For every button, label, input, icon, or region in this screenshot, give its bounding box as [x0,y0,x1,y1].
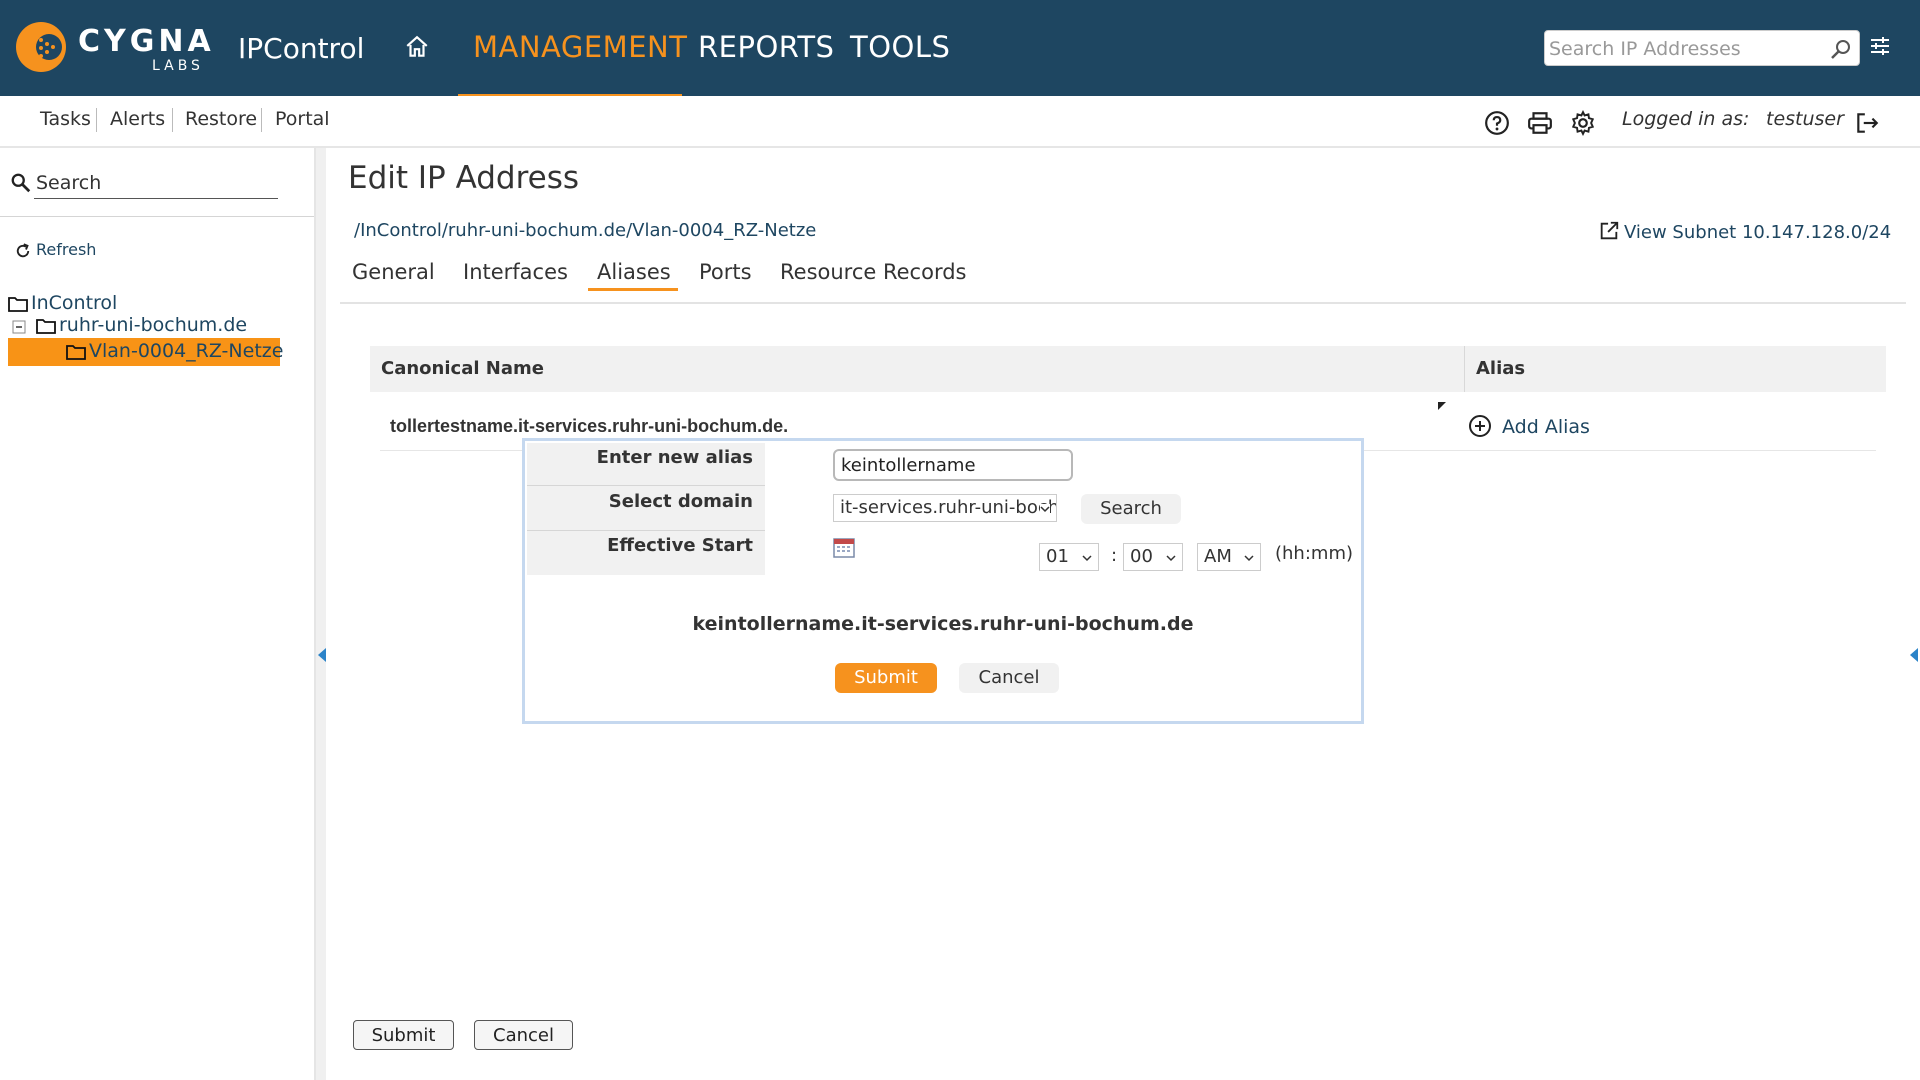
divider [0,216,314,217]
domain-select-value: it-services.ruhr-uni-bochum.de [840,497,1056,518]
domain-search-button[interactable]: Search [1081,494,1181,524]
navigation-panel: Refresh InControl ruhr-uni-bochum.de Vla… [0,148,316,1080]
view-subnet-label: View Subnet 10.147.128.0/24 [1624,222,1892,243]
tab-ports[interactable]: Ports [699,260,752,284]
logo-word: CYGNA [78,24,215,59]
chevron-down-icon [1040,504,1050,514]
logo-subword: LABS [152,58,204,74]
username: testuser [1766,108,1844,130]
nav-reports[interactable]: REPORTS [698,30,834,64]
settings-icon[interactable] [1570,110,1596,136]
add-alias-button[interactable]: Add Alias [1468,414,1590,438]
time-separator: : [1111,545,1118,566]
ip-search-input[interactable] [1547,35,1821,63]
dialog-submit-button[interactable]: Submit [835,663,937,693]
search-icon [11,173,31,193]
nav-management[interactable]: MANAGEMENT [473,30,687,64]
ampm-value: AM [1204,546,1232,567]
collapse-icon[interactable] [12,320,26,334]
app-name: IPControl [238,32,365,65]
tree-node-ruhr-uni-bochum[interactable]: ruhr-uni-bochum.de [36,314,247,336]
tree-node-label: InControl [31,292,118,314]
home-icon[interactable] [404,34,430,60]
alias-table-header: Canonical Name Alias [370,346,1886,392]
tree-search-input[interactable] [34,168,278,199]
tab-general[interactable]: General [352,260,435,284]
divider [261,108,262,132]
tree-node-incontrol[interactable]: InControl [8,292,117,314]
folder-icon [8,297,28,312]
chevron-down-icon [1244,555,1254,562]
add-alias-label: Add Alias [1502,416,1590,438]
dialog-cancel-button[interactable]: Cancel [959,663,1059,693]
minute-select[interactable]: 00 [1123,543,1183,571]
domain-select[interactable]: it-services.ruhr-uni-bochum.de [833,494,1057,522]
column-header-alias: Alias [1476,358,1526,379]
help-icon[interactable] [1484,110,1510,136]
refresh-icon [16,242,30,257]
tree-node-label: ruhr-uni-bochum.de [59,314,248,336]
logout-icon[interactable] [1854,110,1880,136]
link-portal[interactable]: Portal [275,108,330,130]
alias-input[interactable] [833,449,1073,481]
tree-node-vlan-0004[interactable]: Vlan-0004_RZ-Netze [66,340,283,362]
submit-button[interactable]: Submit [353,1020,454,1050]
chevron-down-icon [1082,555,1092,562]
cancel-button[interactable]: Cancel [474,1020,573,1050]
logged-in-label: Logged in as: [1622,108,1750,130]
active-tab-indicator [588,288,678,291]
fqdn-preview: keintollername.it-services.ruhr-uni-boch… [692,613,1194,635]
effective-start-label: Effective Start [527,531,765,575]
view-subnet-link[interactable]: View Subnet 10.147.128.0/24 [1598,220,1891,243]
folder-icon [36,319,56,334]
link-tasks[interactable]: Tasks [40,108,91,130]
refresh-label: Refresh [36,240,97,259]
page-title: Edit IP Address [348,160,580,196]
cygna-logo[interactable]: CYGNA LABS [14,20,214,76]
resize-corner-icon [1438,402,1446,410]
collapse-left-panel-icon[interactable] [318,648,326,662]
search-icon[interactable] [1829,37,1853,61]
link-restore[interactable]: Restore [185,108,257,130]
divider [1464,346,1465,392]
link-alerts[interactable]: Alerts [110,108,165,130]
collapse-right-panel-icon[interactable] [1910,648,1918,662]
add-alias-dialog: Enter new alias Select domain Effective … [522,438,1364,724]
cygna-logo-icon [16,22,66,72]
folder-icon [66,345,86,360]
divider [96,108,97,132]
refresh-button[interactable]: Refresh [14,240,96,260]
print-icon[interactable] [1527,110,1553,136]
minute-value: 00 [1130,546,1153,567]
hour-value: 01 [1046,546,1069,567]
ip-search-box [1544,30,1860,66]
sub-navbar: Tasks Alerts Restore Portal Logged in as… [0,96,1920,148]
time-format-hint: (hh:mm) [1275,543,1353,564]
external-link-icon [1600,221,1619,240]
calendar-icon[interactable] [833,537,855,559]
ampm-select[interactable]: AM [1197,543,1261,571]
filter-settings-icon[interactable] [1868,34,1892,58]
tree-node-label: Vlan-0004_RZ-Netze [89,340,284,362]
alias-field-label: Enter new alias [527,443,765,485]
divider [340,302,1906,304]
add-circle-icon [1469,415,1491,437]
panel-splitter[interactable] [316,148,326,1080]
canonical-name-value: tollertestname.it-services.ruhr-uni-boch… [390,416,789,436]
divider [172,108,173,132]
breadcrumb[interactable]: /InControl/ruhr-uni-bochum.de/Vlan-0004_… [354,220,816,241]
chevron-down-icon [1166,555,1176,562]
top-navbar: CYGNA LABS IPControl MANAGEMENT REPORTS … [0,0,1920,98]
domain-field-label: Select domain [527,486,765,530]
column-header-canonical-name: Canonical Name [381,358,544,379]
nav-tools[interactable]: TOOLS [850,30,950,64]
hour-select[interactable]: 01 [1039,543,1099,571]
tab-interfaces[interactable]: Interfaces [463,260,568,284]
tab-aliases[interactable]: Aliases [597,260,671,284]
tab-resource-records[interactable]: Resource Records [780,260,966,284]
